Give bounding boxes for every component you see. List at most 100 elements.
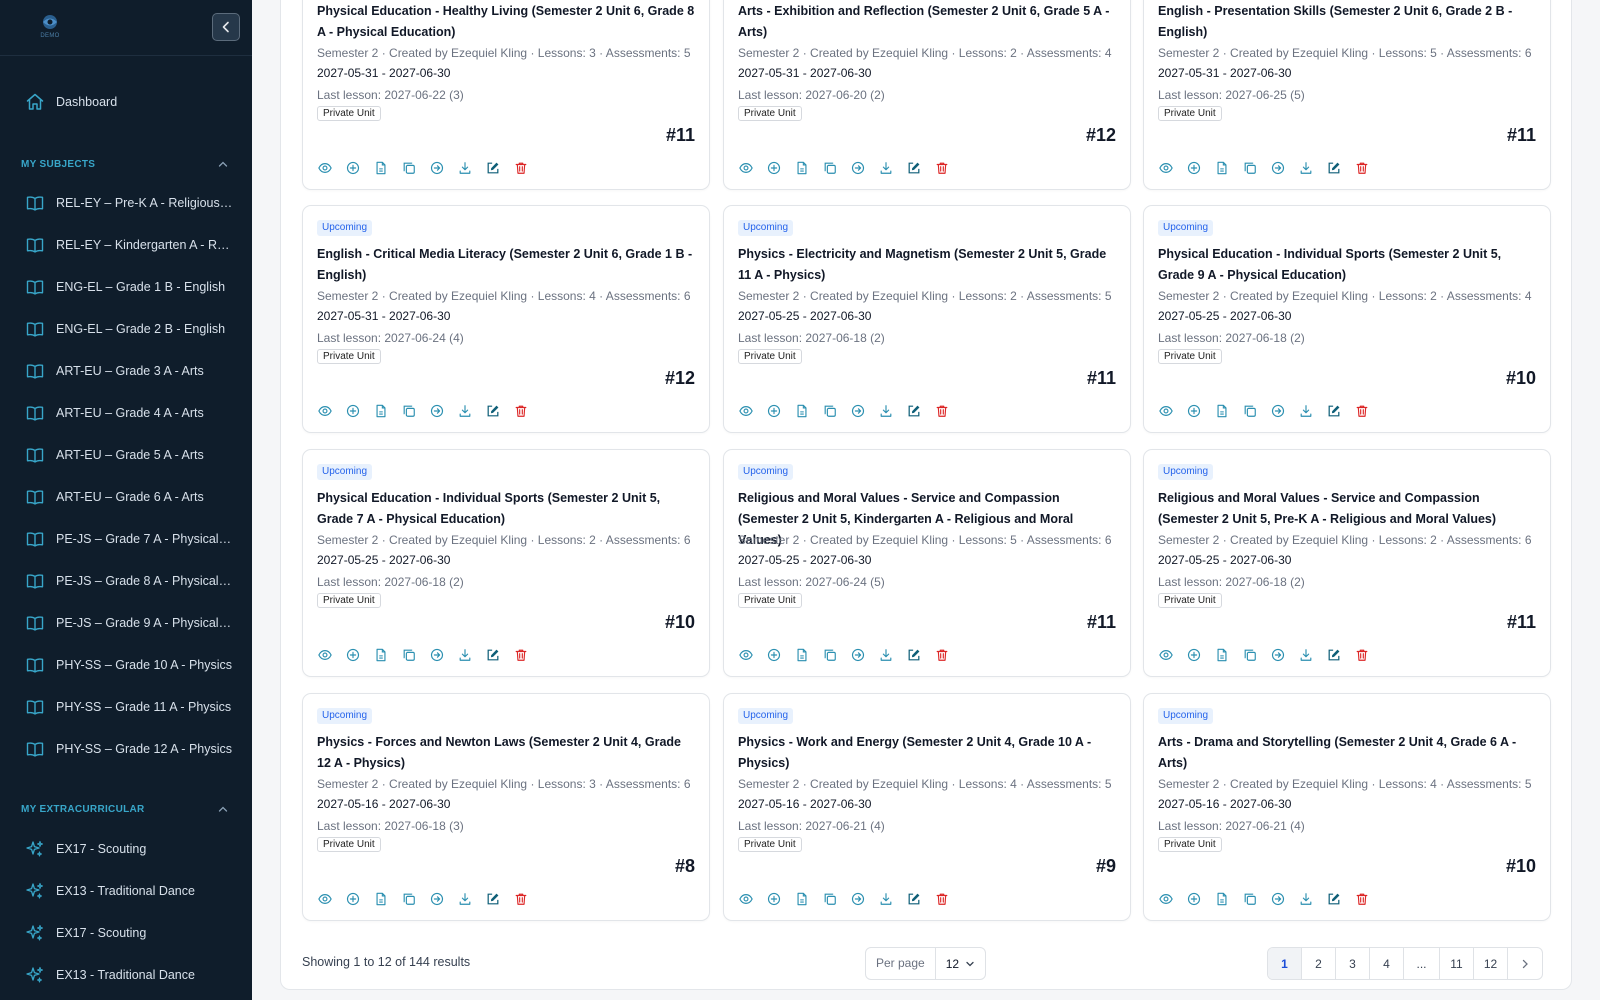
- document-button[interactable]: [793, 159, 811, 177]
- sidebar-item-subject-6[interactable]: ART-EU – Grade 4 A - Arts: [0, 395, 252, 431]
- view-unit-button[interactable]: [316, 402, 334, 420]
- document-button[interactable]: [793, 890, 811, 908]
- section-toggle-my-extracurricular[interactable]: MY EXTRACURRICULAR: [0, 799, 252, 819]
- unit-title[interactable]: Physical Education - Individual Sports (…: [1158, 244, 1538, 286]
- download-unit-button[interactable]: [877, 890, 895, 908]
- document-button[interactable]: [1213, 402, 1231, 420]
- sidebar-item-subject-10[interactable]: PE-JS – Grade 8 A - Physical Education: [0, 563, 252, 599]
- add-lesson-button[interactable]: [344, 646, 362, 664]
- duplicate-unit-button[interactable]: [821, 646, 839, 664]
- unit-card[interactable]: Upcoming Religious and Moral Values - Ser…: [1143, 449, 1551, 677]
- duplicate-unit-button[interactable]: [821, 402, 839, 420]
- add-lesson-button[interactable]: [1185, 646, 1203, 664]
- sidebar-item-extracurricular-3[interactable]: EX17 - Scouting: [0, 915, 252, 951]
- unit-card[interactable]: Upcoming Physical Education - Individual …: [302, 449, 710, 677]
- edit-unit-button[interactable]: [905, 402, 923, 420]
- view-unit-button[interactable]: [1157, 402, 1175, 420]
- add-lesson-button[interactable]: [765, 646, 783, 664]
- sidebar-item-extracurricular-1[interactable]: EX17 - Scouting: [0, 831, 252, 867]
- delete-unit-button[interactable]: [933, 159, 951, 177]
- document-button[interactable]: [372, 159, 390, 177]
- delete-unit-button[interactable]: [512, 646, 530, 664]
- edit-unit-button[interactable]: [484, 159, 502, 177]
- add-lesson-button[interactable]: [344, 159, 362, 177]
- edit-unit-button[interactable]: [905, 646, 923, 664]
- delete-unit-button[interactable]: [933, 402, 951, 420]
- unit-title[interactable]: Physics - Forces and Newton Laws (Semest…: [317, 732, 697, 774]
- duplicate-unit-button[interactable]: [1241, 159, 1259, 177]
- edit-unit-button[interactable]: [1325, 402, 1343, 420]
- document-button[interactable]: [372, 646, 390, 664]
- edit-unit-button[interactable]: [1325, 159, 1343, 177]
- sidebar-item-subject-11[interactable]: PE-JS – Grade 9 A - Physical Education: [0, 605, 252, 641]
- add-lesson-button[interactable]: [1185, 159, 1203, 177]
- collapse-sidebar-button[interactable]: [212, 13, 240, 41]
- section-toggle-my-subjects[interactable]: MY SUBJECTS: [0, 154, 252, 174]
- document-button[interactable]: [1213, 890, 1231, 908]
- unit-title[interactable]: English - Critical Media Literacy (Semes…: [317, 244, 697, 286]
- sidebar-item-subject-3[interactable]: ENG-EL – Grade 1 B - English: [0, 269, 252, 305]
- document-button[interactable]: [793, 402, 811, 420]
- duplicate-unit-button[interactable]: [1241, 890, 1259, 908]
- duplicate-unit-button[interactable]: [1241, 402, 1259, 420]
- sidebar-item-dashboard[interactable]: Dashboard: [0, 84, 252, 120]
- edit-unit-button[interactable]: [905, 159, 923, 177]
- duplicate-unit-button[interactable]: [400, 402, 418, 420]
- next-page-button[interactable]: [1508, 948, 1542, 979]
- page-11-button[interactable]: 11: [1440, 948, 1474, 979]
- open-unit-button[interactable]: [849, 646, 867, 664]
- download-unit-button[interactable]: [1297, 159, 1315, 177]
- edit-unit-button[interactable]: [484, 646, 502, 664]
- duplicate-unit-button[interactable]: [400, 646, 418, 664]
- unit-card[interactable]: Upcoming Religious and Moral Values - Ser…: [723, 449, 1131, 677]
- sidebar-item-subject-5[interactable]: ART-EU – Grade 3 A - Arts: [0, 353, 252, 389]
- view-unit-button[interactable]: [737, 890, 755, 908]
- page-2-button[interactable]: 2: [1302, 948, 1336, 979]
- view-unit-button[interactable]: [316, 646, 334, 664]
- delete-unit-button[interactable]: [1353, 890, 1371, 908]
- sidebar-item-extracurricular-4[interactable]: EX13 - Traditional Dance: [0, 957, 252, 993]
- unit-card[interactable]: Upcoming Physical Education - Individual …: [1143, 205, 1551, 433]
- document-button[interactable]: [793, 646, 811, 664]
- unit-title[interactable]: Arts - Exhibition and Reflection (Semest…: [738, 1, 1118, 43]
- add-lesson-button[interactable]: [765, 159, 783, 177]
- download-unit-button[interactable]: [1297, 402, 1315, 420]
- open-unit-button[interactable]: [1269, 646, 1287, 664]
- delete-unit-button[interactable]: [512, 402, 530, 420]
- view-unit-button[interactable]: [316, 159, 334, 177]
- unit-title[interactable]: Physics - Work and Energy (Semester 2 Un…: [738, 732, 1118, 774]
- page-12-button[interactable]: 12: [1474, 948, 1508, 979]
- unit-title[interactable]: Physical Education - Individual Sports (…: [317, 488, 697, 530]
- delete-unit-button[interactable]: [933, 646, 951, 664]
- open-unit-button[interactable]: [849, 402, 867, 420]
- delete-unit-button[interactable]: [1353, 646, 1371, 664]
- unit-card[interactable]: Upcoming English - Critical Media Literac…: [302, 205, 710, 433]
- unit-card[interactable]: Upcoming Physics - Electricity and Magnet…: [723, 205, 1131, 433]
- delete-unit-button[interactable]: [512, 890, 530, 908]
- unit-title[interactable]: English - Presentation Skills (Semester …: [1158, 1, 1538, 43]
- download-unit-button[interactable]: [456, 646, 474, 664]
- per-page-select[interactable]: 12: [936, 948, 985, 979]
- unit-card[interactable]: Upcoming Physics - Forces and Newton Laws…: [302, 693, 710, 921]
- open-unit-button[interactable]: [1269, 159, 1287, 177]
- page-4-button[interactable]: 4: [1370, 948, 1404, 979]
- open-unit-button[interactable]: [1269, 402, 1287, 420]
- sidebar-item-subject-7[interactable]: ART-EU – Grade 5 A - Arts: [0, 437, 252, 473]
- download-unit-button[interactable]: [877, 646, 895, 664]
- add-lesson-button[interactable]: [1185, 890, 1203, 908]
- document-button[interactable]: [372, 890, 390, 908]
- view-unit-button[interactable]: [1157, 159, 1175, 177]
- delete-unit-button[interactable]: [1353, 402, 1371, 420]
- duplicate-unit-button[interactable]: [821, 890, 839, 908]
- add-lesson-button[interactable]: [344, 402, 362, 420]
- unit-card[interactable]: Upcoming Physics - Work and Energy (Semes…: [723, 693, 1131, 921]
- unit-card[interactable]: Physical Education - Healthy Living (Sem…: [302, 0, 710, 190]
- open-unit-button[interactable]: [428, 159, 446, 177]
- delete-unit-button[interactable]: [1353, 159, 1371, 177]
- sidebar-item-subject-2[interactable]: REL-EY – Kindergarten A - Religious and …: [0, 227, 252, 263]
- add-lesson-button[interactable]: [344, 890, 362, 908]
- view-unit-button[interactable]: [1157, 890, 1175, 908]
- unit-title[interactable]: Religious and Moral Values - Service and…: [1158, 488, 1538, 530]
- download-unit-button[interactable]: [456, 890, 474, 908]
- view-unit-button[interactable]: [737, 646, 755, 664]
